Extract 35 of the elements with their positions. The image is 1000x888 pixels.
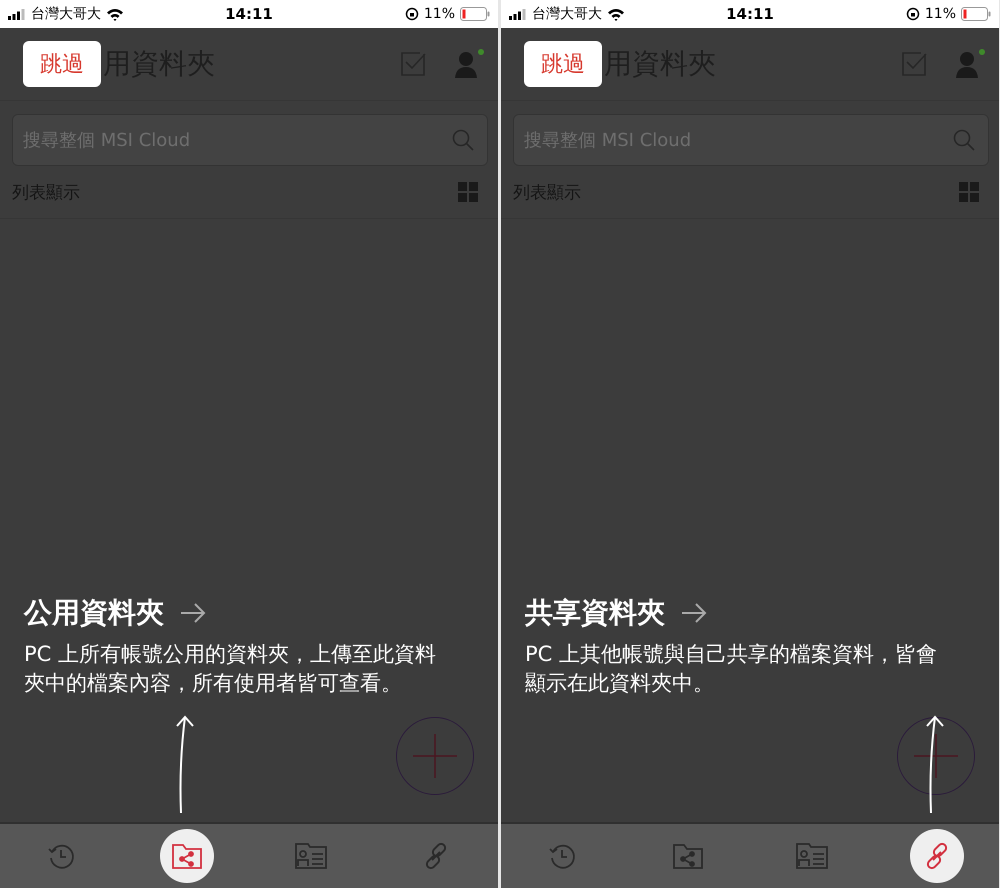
search-icon xyxy=(452,129,474,151)
battery-icon xyxy=(460,7,490,21)
status-time: 14:11 xyxy=(225,5,273,23)
coach-description: PC 上所有帳號公用的資料夾，上傳至此資料夾中的檔案內容，所有使用者皆可查看。 xyxy=(24,641,438,697)
rotation-lock-icon xyxy=(906,7,920,21)
contact-card-icon xyxy=(294,843,328,869)
skip-button[interactable]: 跳過 xyxy=(524,41,602,87)
battery-percent: 11% xyxy=(924,6,956,22)
signal-icon xyxy=(8,8,26,20)
battery-percent: 11% xyxy=(424,6,455,22)
coach-title: 共享資料夾 xyxy=(525,595,665,632)
add-button[interactable] xyxy=(897,717,975,795)
wifi-icon xyxy=(607,8,625,20)
status-time: 14:11 xyxy=(726,5,774,23)
arrow-right-icon xyxy=(180,603,206,624)
arrow-right-icon xyxy=(681,603,707,624)
carrier-name: 台灣大哥大 xyxy=(31,5,101,23)
coach-title: 公用資料夾 xyxy=(24,595,164,632)
search-icon xyxy=(953,129,975,151)
shared-folder-icon xyxy=(672,842,704,870)
grid-view-icon[interactable] xyxy=(959,182,979,202)
signal-icon xyxy=(509,8,527,20)
plus-icon xyxy=(413,734,457,778)
coach-description: PC 上其他帳號與自己共享的檔案資料，皆會顯示在此資料夾中。 xyxy=(525,641,938,697)
user-avatar-icon[interactable] xyxy=(955,49,985,79)
skip-button[interactable]: 跳過 xyxy=(23,41,101,87)
grid-view-icon[interactable] xyxy=(458,182,478,202)
user-avatar-icon[interactable] xyxy=(454,49,484,79)
carrier-name: 台灣大哥大 xyxy=(532,5,602,23)
battery-icon xyxy=(961,7,991,21)
contact-card-icon xyxy=(795,843,830,869)
rotation-lock-icon xyxy=(404,7,419,21)
plus-icon xyxy=(914,734,958,778)
shared-folder-icon xyxy=(170,842,203,870)
wifi-icon xyxy=(106,8,124,20)
